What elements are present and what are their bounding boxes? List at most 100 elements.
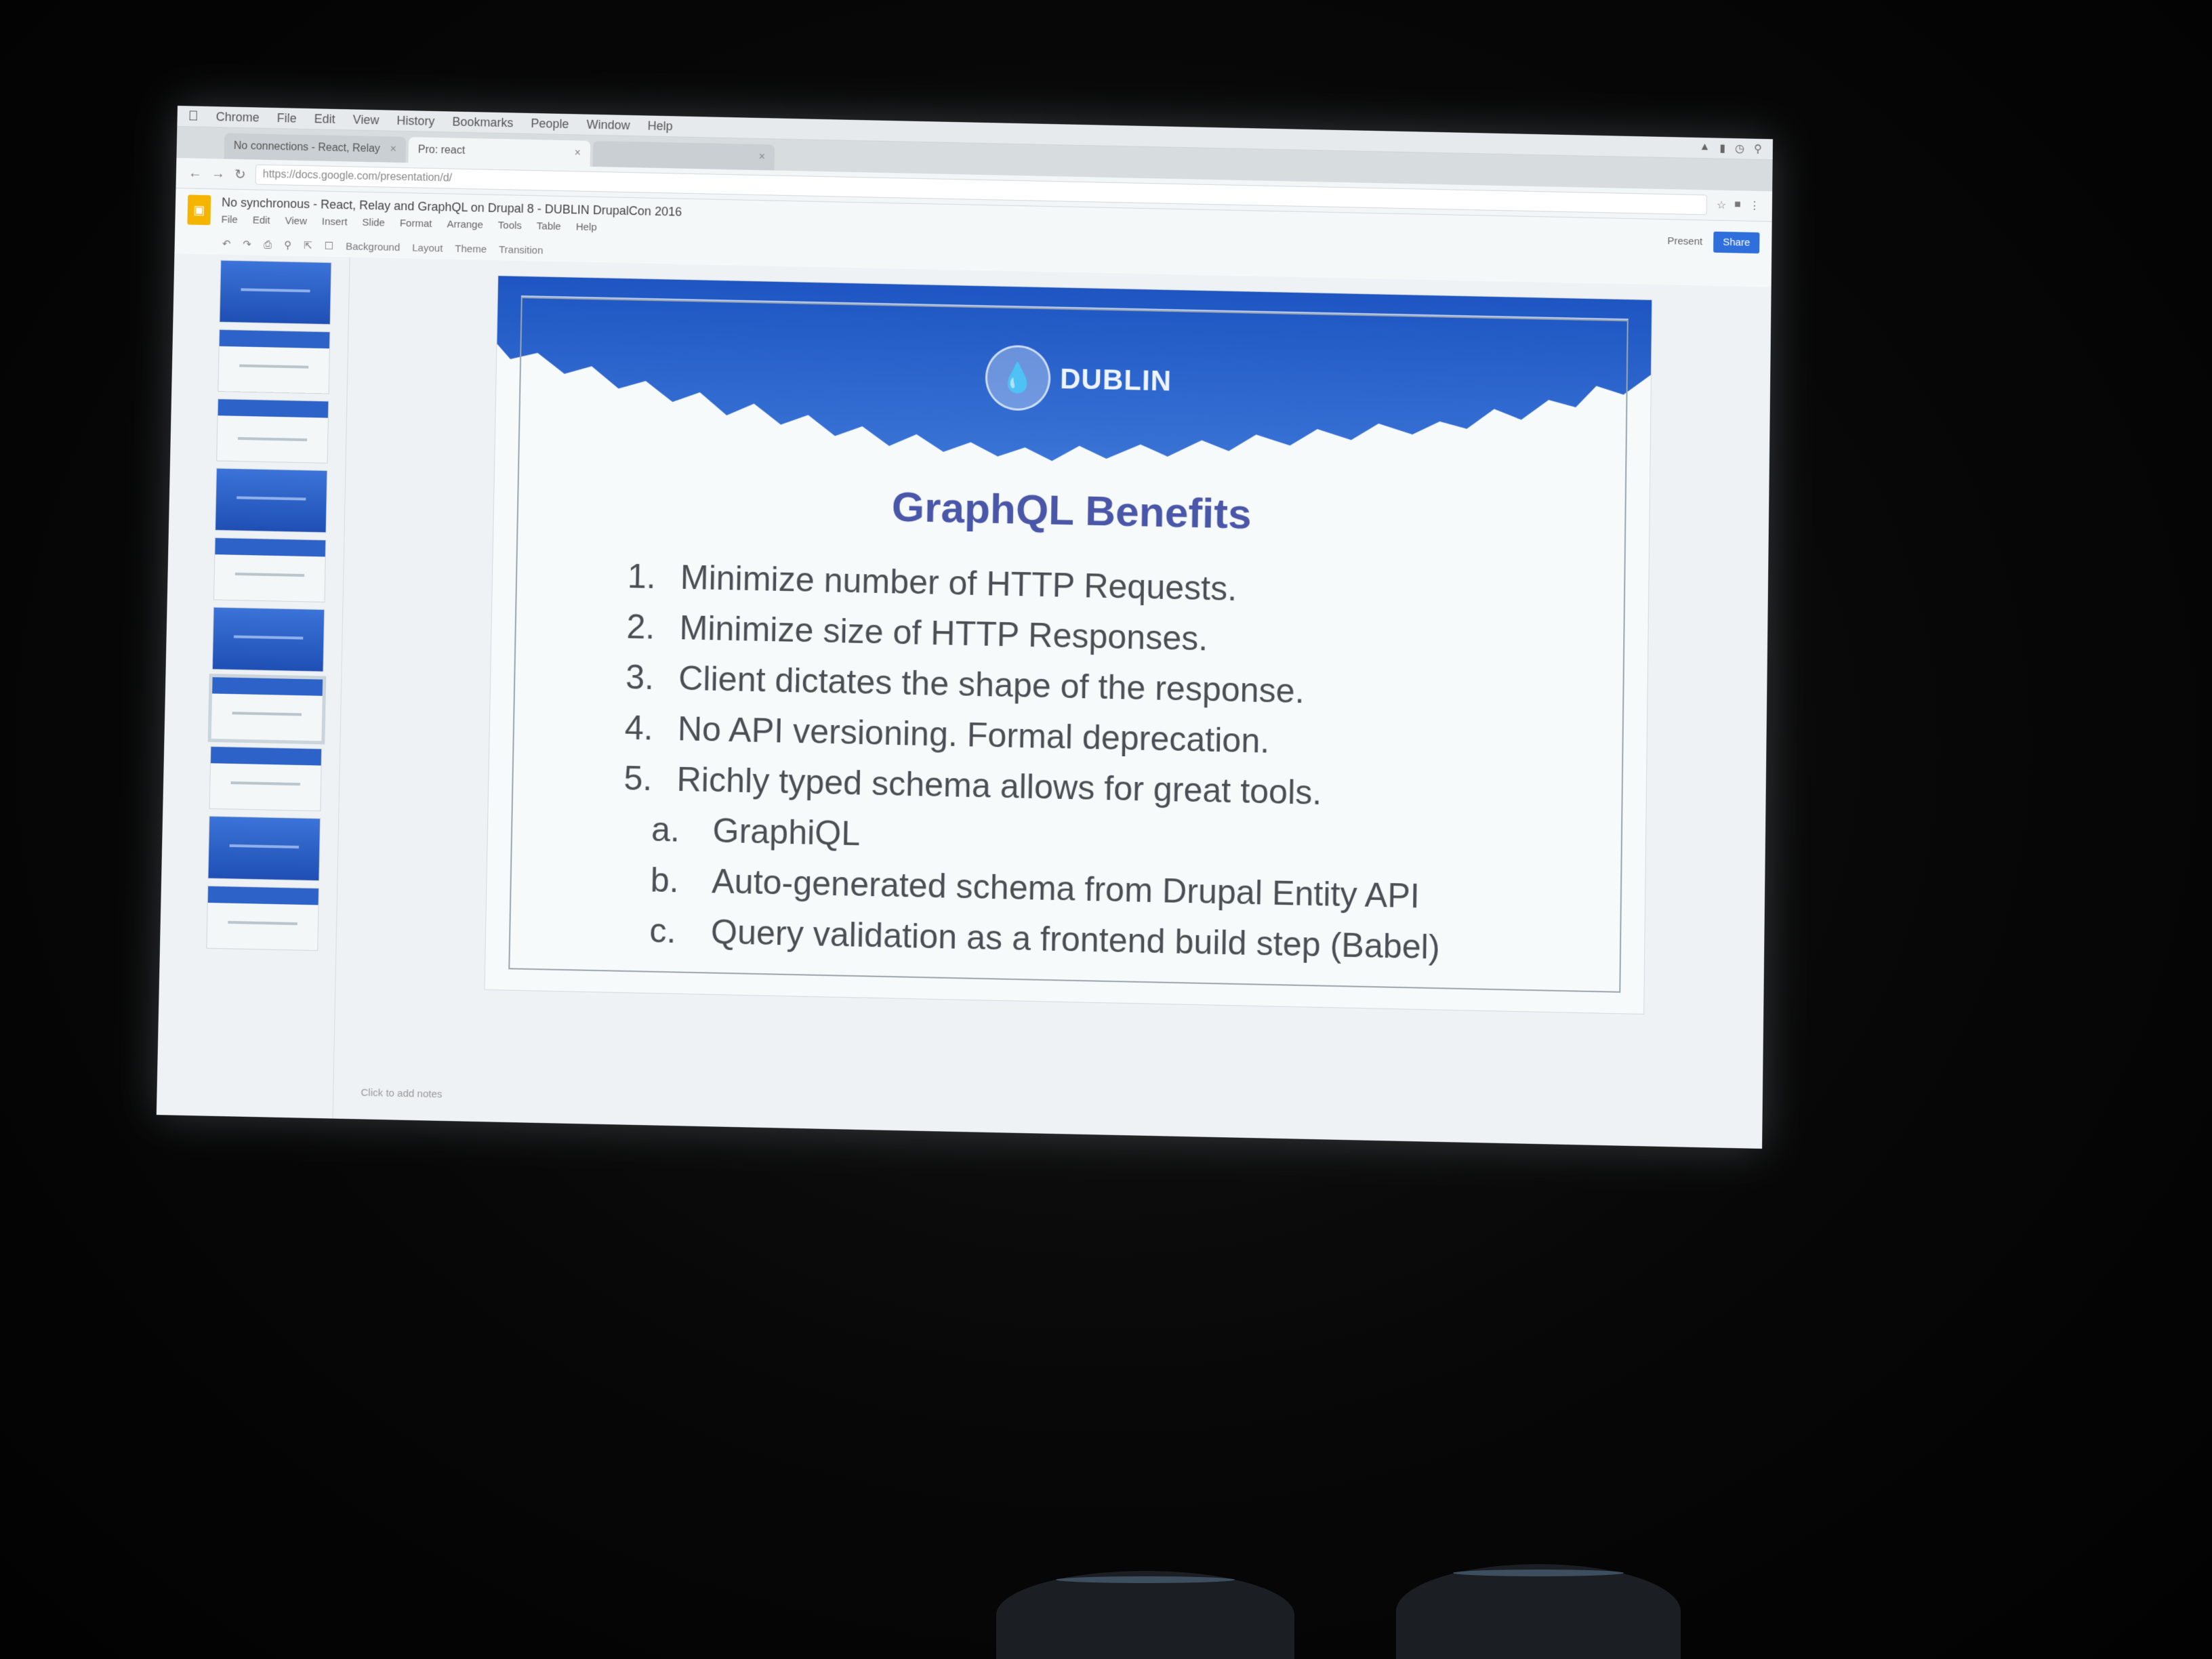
zoom-icon[interactable]: ⚲ <box>284 239 291 251</box>
doc-menu-file[interactable]: File <box>221 213 238 226</box>
thumb-line <box>232 712 302 716</box>
menu-dots-icon[interactable]: ⋮ <box>1749 199 1760 213</box>
audience-head-right <box>1396 1564 1681 1659</box>
list-item-number: 5. <box>623 758 653 798</box>
slide-canvas: 💧 DUBLIN GraphQL Benefits 1. Minimize nu… <box>333 257 1771 1149</box>
toolbar-layout[interactable]: Layout <box>412 242 443 254</box>
battery-icon[interactable]: ▮ <box>1719 142 1725 155</box>
browser-tab-active[interactable]: Pro: react × <box>408 137 591 167</box>
doc-menu-tools[interactable]: Tools <box>498 220 522 232</box>
logo-text: DUBLIN <box>1059 362 1172 397</box>
list-item-number: 4. <box>624 708 654 747</box>
menu-item-help[interactable]: Help <box>647 119 672 134</box>
thumb-band <box>219 329 330 349</box>
doc-menu-table[interactable]: Table <box>537 220 561 232</box>
benefits-list: 1. Minimize number of HTTP Requests. 2. … <box>588 550 1547 975</box>
thumb-band <box>208 816 321 881</box>
menu-item-file[interactable]: File <box>276 111 297 126</box>
list-subitem-letter: b. <box>650 861 680 900</box>
slide-thumbnail[interactable] <box>206 885 320 951</box>
slide-thumbnail[interactable] <box>218 329 331 394</box>
slide-filmstrip[interactable] <box>156 253 350 1119</box>
slide-thumbnail[interactable] <box>209 745 323 812</box>
status-icons: ▲ ▮ ◷ ⚲ <box>1699 141 1762 156</box>
thumb-line <box>228 920 298 926</box>
doc-menu-arrange[interactable]: Arrange <box>447 218 483 230</box>
menu-item-people[interactable]: People <box>531 116 569 131</box>
wifi-icon[interactable]: ▲ <box>1699 141 1710 155</box>
toolbar-theme[interactable]: Theme <box>455 243 487 255</box>
slide-thumbnail[interactable] <box>213 537 327 602</box>
slide-thumbnail[interactable] <box>215 468 328 533</box>
back-icon[interactable]: ← <box>188 165 202 181</box>
doc-title-block: No synchronous - React, Relay and GraphQ… <box>221 195 682 234</box>
browser-tab[interactable]: No connections - React, Relay × <box>224 133 407 163</box>
head-highlight <box>1453 1570 1624 1576</box>
apple-icon[interactable]:  <box>188 108 198 124</box>
toolbar-transition[interactable]: Transition <box>499 244 544 256</box>
list-item-number: 2. <box>626 607 655 647</box>
slide-thumbnail[interactable] <box>216 398 329 464</box>
thumb-line <box>237 436 308 442</box>
select-icon[interactable]: ⇱ <box>304 239 312 251</box>
tab-label: Pro: react <box>417 144 466 157</box>
reload-icon[interactable]: ↻ <box>234 165 246 182</box>
thumb-band <box>207 886 319 905</box>
doc-menu-insert[interactable]: Insert <box>322 216 348 228</box>
url-text: https://docs.google.com/presentation/d/ <box>262 168 453 184</box>
slide-thumbnail[interactable] <box>211 607 325 672</box>
thumb-line <box>239 364 309 369</box>
doc-menu-edit[interactable]: Edit <box>253 214 270 226</box>
toolbar-background[interactable]: Background <box>346 241 400 253</box>
thumb-band <box>212 607 325 672</box>
extension-icon[interactable]: ■ <box>1734 199 1741 212</box>
list-item-number: 3. <box>625 657 655 697</box>
thumb-line <box>234 572 305 577</box>
projected-screen:  Chrome File Edit View History Bookmark… <box>156 106 1773 1149</box>
star-icon[interactable]: ☆ <box>1717 199 1727 212</box>
browser-tab[interactable]: × <box>592 140 775 171</box>
extension-icons: ☆ ■ ⋮ <box>1717 199 1760 213</box>
close-icon[interactable]: × <box>758 151 765 163</box>
workspace: 💧 DUBLIN GraphQL Benefits 1. Minimize nu… <box>156 253 1771 1149</box>
close-icon[interactable]: × <box>574 147 581 159</box>
close-icon[interactable]: × <box>390 144 396 156</box>
list-subitem-letter: c. <box>649 911 677 951</box>
thumb-band <box>216 468 327 533</box>
textbox-icon[interactable]: ☐ <box>324 240 333 252</box>
doc-menu-format[interactable]: Format <box>400 218 432 230</box>
doc-menu-help[interactable]: Help <box>576 221 597 233</box>
head-highlight <box>1056 1576 1235 1583</box>
doc-menu-view[interactable]: View <box>285 215 307 227</box>
drupal-drop-icon: 💧 <box>985 344 1051 411</box>
thumb-band <box>210 746 322 766</box>
slide[interactable]: 💧 DUBLIN GraphQL Benefits 1. Minimize nu… <box>484 275 1653 1015</box>
slide-thumbnail[interactable] <box>219 260 332 325</box>
thumb-band <box>212 677 323 696</box>
menu-item-view[interactable]: View <box>353 112 380 127</box>
thumb-band <box>220 260 331 325</box>
menu-item-history[interactable]: History <box>396 113 434 128</box>
thumb-line <box>230 781 300 786</box>
present-button[interactable]: Present <box>1667 235 1702 247</box>
clock-icon[interactable]: ◷ <box>1735 142 1744 155</box>
redo-icon[interactable]: ↷ <box>243 238 251 250</box>
share-button[interactable]: Share <box>1713 231 1760 253</box>
forward-icon[interactable]: → <box>211 166 225 182</box>
doc-menu-slide[interactable]: Slide <box>362 217 385 229</box>
list-item-number: 1. <box>627 556 657 596</box>
search-icon[interactable]: ⚲ <box>1754 142 1762 156</box>
slide-thumbnail[interactable] <box>207 815 321 882</box>
header-spacer <box>693 220 1657 241</box>
speaker-notes[interactable]: Click to add notes <box>361 1087 442 1101</box>
slide-thumbnail-selected[interactable] <box>207 674 327 745</box>
menu-app-name[interactable]: Chrome <box>216 110 259 125</box>
thumb-band <box>218 399 329 418</box>
menu-item-bookmarks[interactable]: Bookmarks <box>452 115 513 130</box>
menu-item-edit[interactable]: Edit <box>314 112 335 127</box>
print-icon[interactable]: ⎙ <box>264 239 272 250</box>
undo-icon[interactable]: ↶ <box>222 238 231 250</box>
slides-logo-icon[interactable]: ▣ <box>187 194 211 226</box>
audience-head-left <box>996 1571 1294 1659</box>
menu-item-window[interactable]: Window <box>586 117 630 132</box>
